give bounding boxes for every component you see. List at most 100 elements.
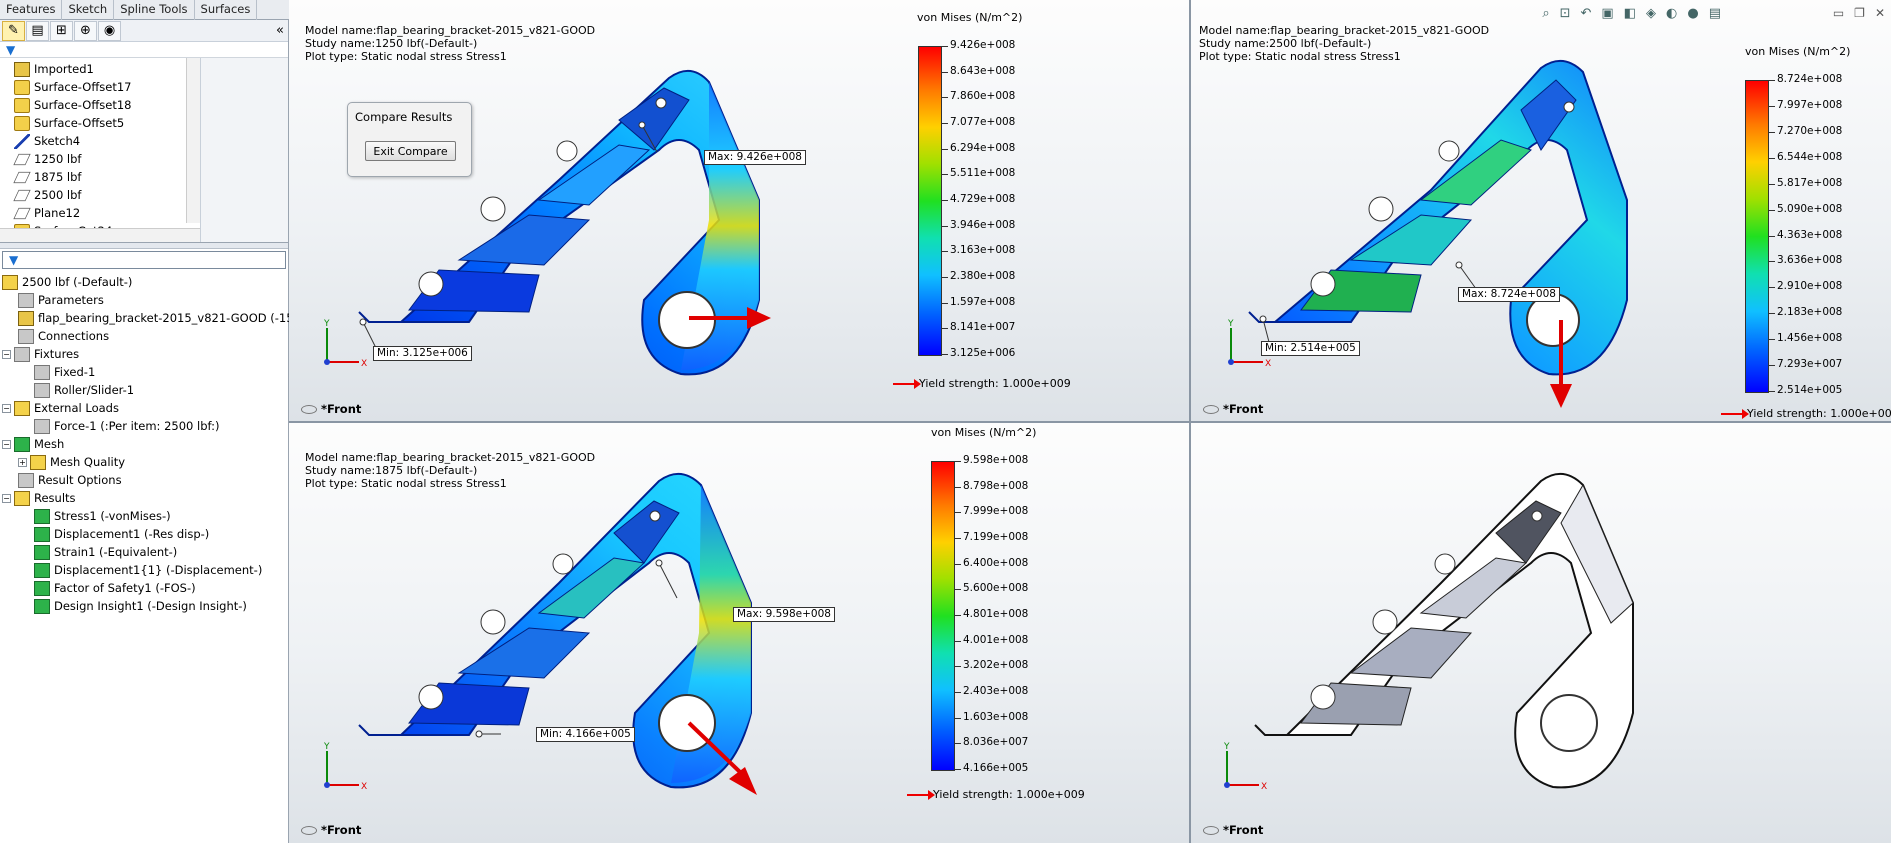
simulation-tree-item-label: Factor of Safety1 (-FOS-) [54, 581, 196, 595]
simulation-tree-item[interactable]: Displacement1{1} (-Displacement-) [0, 561, 288, 579]
simulation-tree-item-label: Force-1 (:Per item: 2500 lbf:) [54, 419, 220, 433]
feature-tree-item-label: 2500 lbf [34, 188, 82, 202]
simulation-tree-item[interactable]: Stress1 (-vonMises-) [0, 507, 288, 525]
res-node-icon [34, 508, 50, 524]
study-icon [2, 274, 18, 290]
feature-tree-item[interactable]: 1250 lbf [13, 150, 186, 168]
simulation-tree-item[interactable]: Parameters [0, 291, 288, 309]
grey-node-icon [34, 364, 50, 380]
dimxpert-tab-icon[interactable]: ⊕ [74, 20, 97, 41]
max-callout: Max: 8.724e+008 [1458, 287, 1560, 302]
feature-tree-item-label: 1250 lbf [34, 152, 82, 166]
bracket-model[interactable] [1254, 473, 1634, 789]
feature-tree-item[interactable]: Surface-Offset5 [14, 114, 186, 132]
simulation-tree-item[interactable]: + Mesh Quality [0, 453, 288, 471]
svg-text:X: X [1261, 782, 1267, 791]
simulation-tree-item[interactable]: − Results [0, 489, 288, 507]
feature-tree-item[interactable]: 2500 lbf [13, 186, 186, 204]
simulation-tree-item[interactable]: Fixed-1 [0, 363, 288, 381]
grey-node-icon [18, 292, 34, 308]
panel-splitter[interactable] [0, 243, 288, 249]
max-marker [655, 559, 663, 567]
feature-tree-item[interactable]: Surface-Offset18 [14, 96, 186, 114]
simulation-tree-item-label: Stress1 (-vonMises-) [54, 509, 171, 523]
property-manager-tab-icon[interactable]: ▤ [26, 20, 49, 41]
viewport-top-left[interactable]: Model name:flap_bearing_bracket-2015_v82… [289, 0, 1189, 421]
simulation-tree-item[interactable]: Result Options [0, 471, 288, 489]
bracket-model-view [1254, 473, 1634, 789]
tab-surfaces[interactable]: Surfaces [195, 0, 258, 20]
simulation-tree-item-label: Design Insight1 (-Design Insight-) [54, 599, 247, 613]
bracket-model[interactable] [1248, 60, 1628, 376]
compare-results-title: Compare Results [355, 110, 453, 124]
tab-spline-tools[interactable]: Spline Tools [114, 0, 195, 20]
collapse-icon[interactable]: − [2, 439, 11, 449]
res-node-icon [34, 598, 50, 614]
feature-tree-side-strip [200, 58, 288, 242]
view-label: *Front [1203, 823, 1263, 837]
expand-icon[interactable]: + [18, 457, 27, 467]
res-node-icon [34, 544, 50, 560]
simulation-tree-item-label: Roller/Slider-1 [54, 383, 135, 397]
filter-icon[interactable]: ▼ [9, 253, 18, 267]
feature-tree-horizontal-scrollbar[interactable] [0, 228, 200, 242]
feature-tree-item[interactable]: Surface-Offset17 [14, 78, 186, 96]
appearance-tab-icon[interactable]: ◉ [98, 20, 121, 41]
plane-icon [13, 171, 31, 183]
viewport-top-right[interactable]: ⌕ ⊡ ↶ ▣ ◧ ◈ ◐ ● ▤ ▭ ❐ ✕ Model name:flap_… [1191, 0, 1891, 421]
simulation-tree-item[interactable]: − External Loads [0, 399, 288, 417]
study-root-item[interactable]: 2500 lbf (-Default-) [0, 273, 288, 291]
min-callout: Min: 4.166e+005 [536, 727, 635, 742]
simulation-tree-item[interactable]: Design Insight1 (-Design Insight-) [0, 597, 288, 615]
simulation-tree-item[interactable]: Connections [0, 327, 288, 345]
res-node-icon [34, 580, 50, 596]
viewport-bottom-left[interactable]: Model name:flap_bearing_bracket-2015_v82… [289, 423, 1189, 843]
simulation-tree-item-label: Connections [38, 329, 110, 343]
feature-tree-item[interactable]: Plane12 [13, 204, 186, 222]
simulation-tree-item[interactable]: Roller/Slider-1 [0, 381, 288, 399]
simulation-tree-item[interactable]: flap_bearing_bracket-2015_v821-GOOD (-15… [0, 309, 312, 327]
yellow-node-icon [30, 454, 46, 470]
max-leader [658, 562, 678, 599]
tab-sketch[interactable]: Sketch [62, 0, 115, 20]
collapse-icon[interactable]: − [2, 403, 11, 413]
feature-tree-item[interactable]: Sketch4 [14, 132, 186, 150]
feature-tree-tab-icon[interactable]: ✎ [2, 20, 25, 41]
svg-text:X: X [361, 359, 367, 368]
collapse-icon[interactable]: − [2, 493, 11, 503]
feature-tree-item-label: Surface-Offset18 [34, 98, 132, 112]
simulation-tree-item[interactable]: Displacement1 (-Res disp-) [0, 525, 288, 543]
surf-icon [14, 79, 30, 95]
simulation-tree-filter[interactable]: ▼ [2, 251, 286, 269]
tree-filter[interactable]: ▼ [0, 42, 288, 58]
part-icon [14, 61, 30, 77]
configuration-tab-icon[interactable]: ⊞ [50, 20, 73, 41]
res-node-icon [34, 526, 50, 542]
simulation-tree-item[interactable]: − Mesh [0, 435, 288, 453]
simulation-tree-item[interactable]: − Fixtures [0, 345, 288, 363]
simulation-tree-item[interactable]: Force-1 (:Per item: 2500 lbf:) [0, 417, 288, 435]
simulation-tree-item[interactable]: Factor of Safety1 (-FOS-) [0, 579, 288, 597]
yellow-node-icon [14, 400, 30, 416]
plane-icon [13, 207, 31, 219]
yield-arrow-icon [893, 378, 921, 389]
max-callout: Max: 9.598e+008 [733, 607, 835, 622]
simulation-tree-item-label: Displacement1 (-Res disp-) [54, 527, 210, 541]
grey-node-icon [18, 328, 34, 344]
simulation-tree-item-label: Mesh [34, 437, 65, 451]
yellow-node-icon [14, 490, 30, 506]
solidworks-window: FeaturesSketchSpline ToolsSurfaces Sheet… [0, 0, 1891, 843]
filter-icon[interactable]: ▼ [6, 43, 15, 57]
feature-tree-item[interactable]: 1875 lbf [13, 168, 186, 186]
svg-text:X: X [361, 782, 367, 791]
viewport-bottom-right[interactable]: YX *Front [1191, 423, 1891, 843]
collapse-icon[interactable]: − [2, 349, 11, 359]
tab-features[interactable]: Features [0, 0, 63, 20]
simulation-tree-item[interactable]: Strain1 (-Equivalent-) [0, 543, 288, 561]
yield-strength: Yield strength: 1.000e+009 [1721, 407, 1891, 420]
exit-compare-button[interactable]: Exit Compare [365, 141, 456, 161]
feature-tree-item[interactable]: Imported1 [14, 60, 186, 78]
collapse-panel-icon[interactable]: « [272, 23, 288, 38]
simulation-tree-item-label: External Loads [34, 401, 119, 415]
feature-tree-vertical-scrollbar[interactable] [186, 58, 200, 223]
